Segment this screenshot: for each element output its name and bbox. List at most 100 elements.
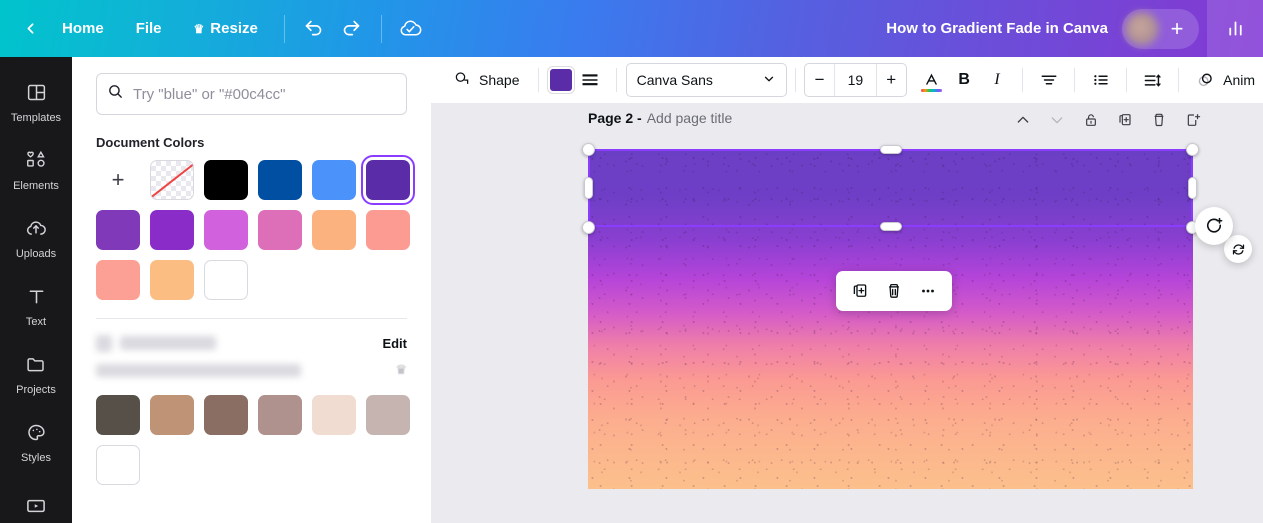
- delete-button[interactable]: [878, 275, 910, 307]
- sidebar-item-video[interactable]: [0, 477, 72, 523]
- color-swatch-black[interactable]: [204, 160, 248, 200]
- fill-color-swatch[interactable]: [548, 67, 573, 93]
- duplicate-page-button[interactable]: [1110, 105, 1140, 135]
- design-canvas[interactable]: [588, 149, 1193, 489]
- top-bar-left: Home File ♛ Resize: [0, 0, 430, 57]
- divider: [1022, 68, 1023, 92]
- resize-handle-middle-right[interactable]: [1188, 177, 1197, 199]
- color-swatch-greige[interactable]: [366, 395, 410, 435]
- refresh-button[interactable]: [1224, 235, 1252, 263]
- home-button[interactable]: Home: [46, 11, 120, 47]
- no-color-swatch[interactable]: [150, 160, 194, 200]
- resize-label: Resize: [210, 20, 258, 37]
- add-page-button[interactable]: [1178, 105, 1208, 135]
- color-swatch-peach[interactable]: [312, 210, 356, 250]
- sidebar-item-styles[interactable]: Styles: [0, 409, 72, 477]
- resize-handle-bottom-left[interactable]: [582, 221, 595, 234]
- file-button[interactable]: File: [120, 11, 178, 47]
- brand-title-redacted: [120, 336, 216, 350]
- sidebar-item-projects[interactable]: Projects: [0, 341, 72, 409]
- divider: [284, 15, 285, 43]
- color-swatch-white[interactable]: [204, 260, 248, 300]
- sidebar-item-templates[interactable]: Templates: [0, 69, 72, 137]
- resize-handle-top-center[interactable]: [880, 145, 902, 154]
- color-swatch-tan[interactable]: [150, 395, 194, 435]
- divider: [381, 15, 382, 43]
- color-swatch-purple-2[interactable]: [150, 210, 194, 250]
- italic-button[interactable]: I: [981, 63, 1014, 97]
- brand-colors-grid: [72, 379, 431, 485]
- bar-chart-icon[interactable]: [1207, 0, 1263, 57]
- brand-kit-header: Edit: [72, 319, 431, 353]
- styles-icon: [25, 422, 47, 448]
- search-input[interactable]: [133, 86, 396, 103]
- divider: [538, 68, 539, 92]
- duplicate-button[interactable]: [844, 275, 876, 307]
- color-swatch-white-2[interactable]: [96, 445, 140, 485]
- brand-kit-subtitle-row: ♛: [72, 353, 431, 379]
- resize-handle-top-left[interactable]: [582, 143, 595, 156]
- font-family-select[interactable]: Canva Sans: [626, 63, 787, 97]
- border-style-icon[interactable]: [574, 63, 607, 97]
- text-color-icon[interactable]: [915, 63, 948, 97]
- top-bar-right: How to Gradient Fade in Canva +: [886, 0, 1263, 57]
- resize-handle-bottom-center[interactable]: [880, 222, 902, 231]
- bold-button[interactable]: B: [948, 63, 981, 97]
- avatar[interactable]: [1125, 12, 1159, 46]
- sidebar-item-label: Text: [26, 317, 46, 328]
- shape-icon: [453, 70, 471, 91]
- color-swatch-cream[interactable]: [312, 395, 356, 435]
- brand-avatar-redacted: [96, 335, 112, 352]
- color-swatch-orchid[interactable]: [204, 210, 248, 250]
- brand-subtitle-redacted: [96, 364, 301, 377]
- lock-page-button[interactable]: [1076, 105, 1106, 135]
- color-swatch-purple-1[interactable]: [96, 210, 140, 250]
- line-spacing-icon[interactable]: [1136, 63, 1169, 97]
- brand-kit-name-redacted: [96, 335, 216, 352]
- delete-page-button[interactable]: [1144, 105, 1174, 135]
- color-swatch-pink[interactable]: [258, 210, 302, 250]
- add-people-button[interactable]: +: [1159, 11, 1195, 47]
- resize-handle-top-right[interactable]: [1186, 143, 1199, 156]
- add-color-swatch[interactable]: +: [96, 160, 140, 200]
- search-box[interactable]: [96, 73, 407, 115]
- color-swatch-purple-selected[interactable]: [366, 160, 410, 200]
- document-title[interactable]: How to Gradient Fade in Canva: [886, 20, 1108, 37]
- sidebar-item-uploads[interactable]: Uploads: [0, 205, 72, 273]
- font-size-decrease[interactable]: −: [805, 64, 834, 96]
- add-comment-button[interactable]: [1195, 207, 1233, 245]
- cloud-saved-icon[interactable]: [392, 10, 430, 48]
- redo-icon[interactable]: [333, 10, 371, 48]
- bullet-list-icon[interactable]: [1084, 63, 1117, 97]
- color-swatch-light-orange[interactable]: [150, 260, 194, 300]
- color-swatch-bright-blue[interactable]: [312, 160, 356, 200]
- text-align-icon[interactable]: [1032, 63, 1065, 97]
- color-swatch-mocha[interactable]: [204, 395, 248, 435]
- move-page-down-button[interactable]: [1042, 105, 1072, 135]
- sidebar-item-label: Uploads: [16, 249, 56, 260]
- shape-button[interactable]: Shape: [443, 63, 529, 97]
- move-page-up-button[interactable]: [1008, 105, 1038, 135]
- video-icon: [25, 497, 47, 520]
- resize-handle-middle-left[interactable]: [584, 177, 593, 199]
- shape-label: Shape: [479, 72, 519, 88]
- font-size-increase[interactable]: +: [877, 64, 906, 96]
- back-icon[interactable]: [14, 13, 46, 45]
- color-swatch-salmon-2[interactable]: [96, 260, 140, 300]
- color-swatch-salmon[interactable]: [366, 210, 410, 250]
- color-swatch-dark-brown[interactable]: [96, 395, 140, 435]
- color-swatch-dusty-rose[interactable]: [258, 395, 302, 435]
- color-swatch-dark-blue[interactable]: [258, 160, 302, 200]
- animate-icon: [1196, 69, 1216, 92]
- sidebar-item-label: Templates: [11, 113, 61, 124]
- canvas-stage: Page 2 - Add page title: [431, 103, 1263, 523]
- more-options-button[interactable]: [912, 275, 944, 307]
- undo-icon[interactable]: [295, 10, 333, 48]
- page-title-input[interactable]: Add page title: [647, 110, 733, 126]
- font-size-value[interactable]: 19: [834, 64, 877, 96]
- edit-brand-kit-link[interactable]: Edit: [382, 336, 407, 351]
- sidebar-item-elements[interactable]: Elements: [0, 137, 72, 205]
- animate-button[interactable]: Anim: [1188, 63, 1263, 97]
- resize-button[interactable]: ♛ Resize: [178, 11, 274, 47]
- sidebar-item-text[interactable]: Text: [0, 273, 72, 341]
